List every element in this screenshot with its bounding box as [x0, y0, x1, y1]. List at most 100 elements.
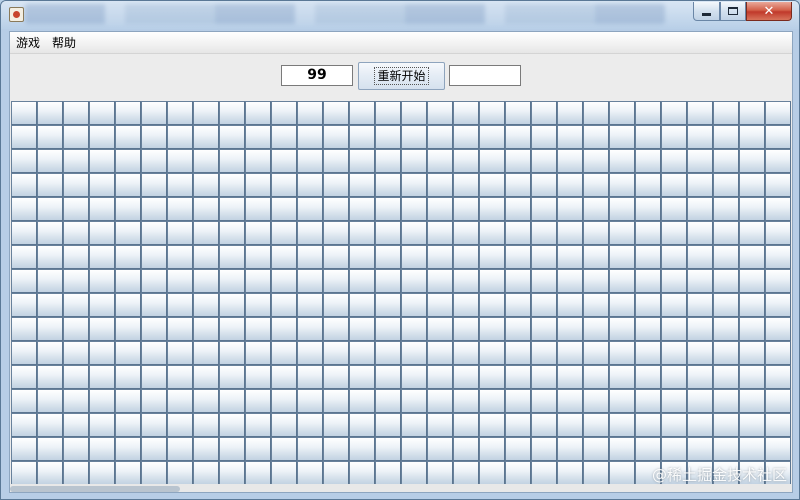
mine-cell[interactable]: [583, 269, 609, 293]
mine-cell[interactable]: [661, 269, 687, 293]
mine-cell[interactable]: [505, 245, 531, 269]
mine-cell[interactable]: [271, 221, 297, 245]
mine-cell[interactable]: [531, 365, 557, 389]
mine-cell[interactable]: [349, 341, 375, 365]
mine-cell[interactable]: [635, 269, 661, 293]
mine-cell[interactable]: [349, 437, 375, 461]
mine-cell[interactable]: [453, 269, 479, 293]
mine-cell[interactable]: [37, 101, 63, 125]
mine-cell[interactable]: [609, 293, 635, 317]
mine-cell[interactable]: [141, 365, 167, 389]
mine-cell[interactable]: [557, 245, 583, 269]
mine-cell[interactable]: [713, 365, 739, 389]
mine-cell[interactable]: [687, 269, 713, 293]
mine-cell[interactable]: [167, 149, 193, 173]
menu-game[interactable]: 游戏: [10, 33, 46, 53]
mine-cell[interactable]: [661, 389, 687, 413]
mine-cell[interactable]: [141, 389, 167, 413]
mine-cell[interactable]: [713, 149, 739, 173]
mine-cell[interactable]: [713, 269, 739, 293]
mine-cell[interactable]: [141, 317, 167, 341]
mine-cell[interactable]: [271, 293, 297, 317]
mine-cell[interactable]: [505, 149, 531, 173]
mine-cell[interactable]: [401, 149, 427, 173]
mine-cell[interactable]: [427, 149, 453, 173]
mine-cell[interactable]: [63, 221, 89, 245]
mine-cell[interactable]: [609, 317, 635, 341]
mine-cell[interactable]: [453, 197, 479, 221]
mine-cell[interactable]: [63, 149, 89, 173]
mine-cell[interactable]: [375, 461, 401, 485]
mine-cell[interactable]: [453, 293, 479, 317]
mine-cell[interactable]: [557, 221, 583, 245]
mine-cell[interactable]: [375, 269, 401, 293]
mine-cell[interactable]: [661, 293, 687, 317]
mine-cell[interactable]: [89, 365, 115, 389]
mine-cell[interactable]: [479, 317, 505, 341]
mine-cell[interactable]: [531, 149, 557, 173]
mine-cell[interactable]: [609, 245, 635, 269]
mine-cell[interactable]: [193, 101, 219, 125]
mine-cell[interactable]: [531, 125, 557, 149]
mine-cell[interactable]: [271, 173, 297, 197]
mine-cell[interactable]: [713, 245, 739, 269]
mine-cell[interactable]: [323, 221, 349, 245]
mine-cell[interactable]: [219, 221, 245, 245]
mine-cell[interactable]: [531, 341, 557, 365]
mine-cell[interactable]: [245, 389, 271, 413]
mine-cell[interactable]: [401, 101, 427, 125]
mine-cell[interactable]: [115, 389, 141, 413]
mine-cell[interactable]: [713, 341, 739, 365]
mine-cell[interactable]: [375, 389, 401, 413]
mine-cell[interactable]: [453, 149, 479, 173]
mine-cell[interactable]: [687, 317, 713, 341]
mine-cell[interactable]: [89, 389, 115, 413]
mine-cell[interactable]: [583, 221, 609, 245]
mine-cell[interactable]: [349, 101, 375, 125]
mine-cell[interactable]: [557, 197, 583, 221]
mine-cell[interactable]: [375, 245, 401, 269]
mine-cell[interactable]: [453, 317, 479, 341]
mine-cell[interactable]: [609, 197, 635, 221]
mine-cell[interactable]: [427, 461, 453, 485]
mine-cell[interactable]: [505, 437, 531, 461]
mine-cell[interactable]: [349, 245, 375, 269]
mine-cell[interactable]: [219, 197, 245, 221]
mine-cell[interactable]: [661, 413, 687, 437]
mine-cell[interactable]: [609, 437, 635, 461]
mine-cell[interactable]: [193, 341, 219, 365]
mine-cell[interactable]: [739, 317, 765, 341]
mine-cell[interactable]: [505, 221, 531, 245]
mine-cell[interactable]: [271, 365, 297, 389]
mine-cell[interactable]: [765, 197, 791, 221]
mine-cell[interactable]: [193, 389, 219, 413]
mine-cell[interactable]: [687, 149, 713, 173]
mine-cell[interactable]: [219, 269, 245, 293]
mine-cell[interactable]: [89, 221, 115, 245]
mine-cell[interactable]: [453, 341, 479, 365]
mine-cell[interactable]: [583, 461, 609, 485]
mine-cell[interactable]: [557, 437, 583, 461]
mine-cell[interactable]: [219, 341, 245, 365]
mine-cell[interactable]: [687, 437, 713, 461]
mine-cell[interactable]: [505, 365, 531, 389]
mine-cell[interactable]: [63, 293, 89, 317]
mine-cell[interactable]: [219, 389, 245, 413]
mine-cell[interactable]: [479, 101, 505, 125]
mine-cell[interactable]: [661, 437, 687, 461]
mine-cell[interactable]: [297, 341, 323, 365]
mine-cell[interactable]: [401, 269, 427, 293]
mine-cell[interactable]: [609, 221, 635, 245]
mine-cell[interactable]: [713, 197, 739, 221]
mine-cell[interactable]: [505, 317, 531, 341]
mine-cell[interactable]: [219, 365, 245, 389]
mine-cell[interactable]: [687, 197, 713, 221]
mine-cell[interactable]: [479, 437, 505, 461]
mine-cell[interactable]: [245, 149, 271, 173]
mine-cell[interactable]: [479, 197, 505, 221]
mine-cell[interactable]: [401, 293, 427, 317]
mine-cell[interactable]: [583, 149, 609, 173]
mine-cell[interactable]: [557, 365, 583, 389]
mine-cell[interactable]: [739, 101, 765, 125]
mine-cell[interactable]: [635, 173, 661, 197]
